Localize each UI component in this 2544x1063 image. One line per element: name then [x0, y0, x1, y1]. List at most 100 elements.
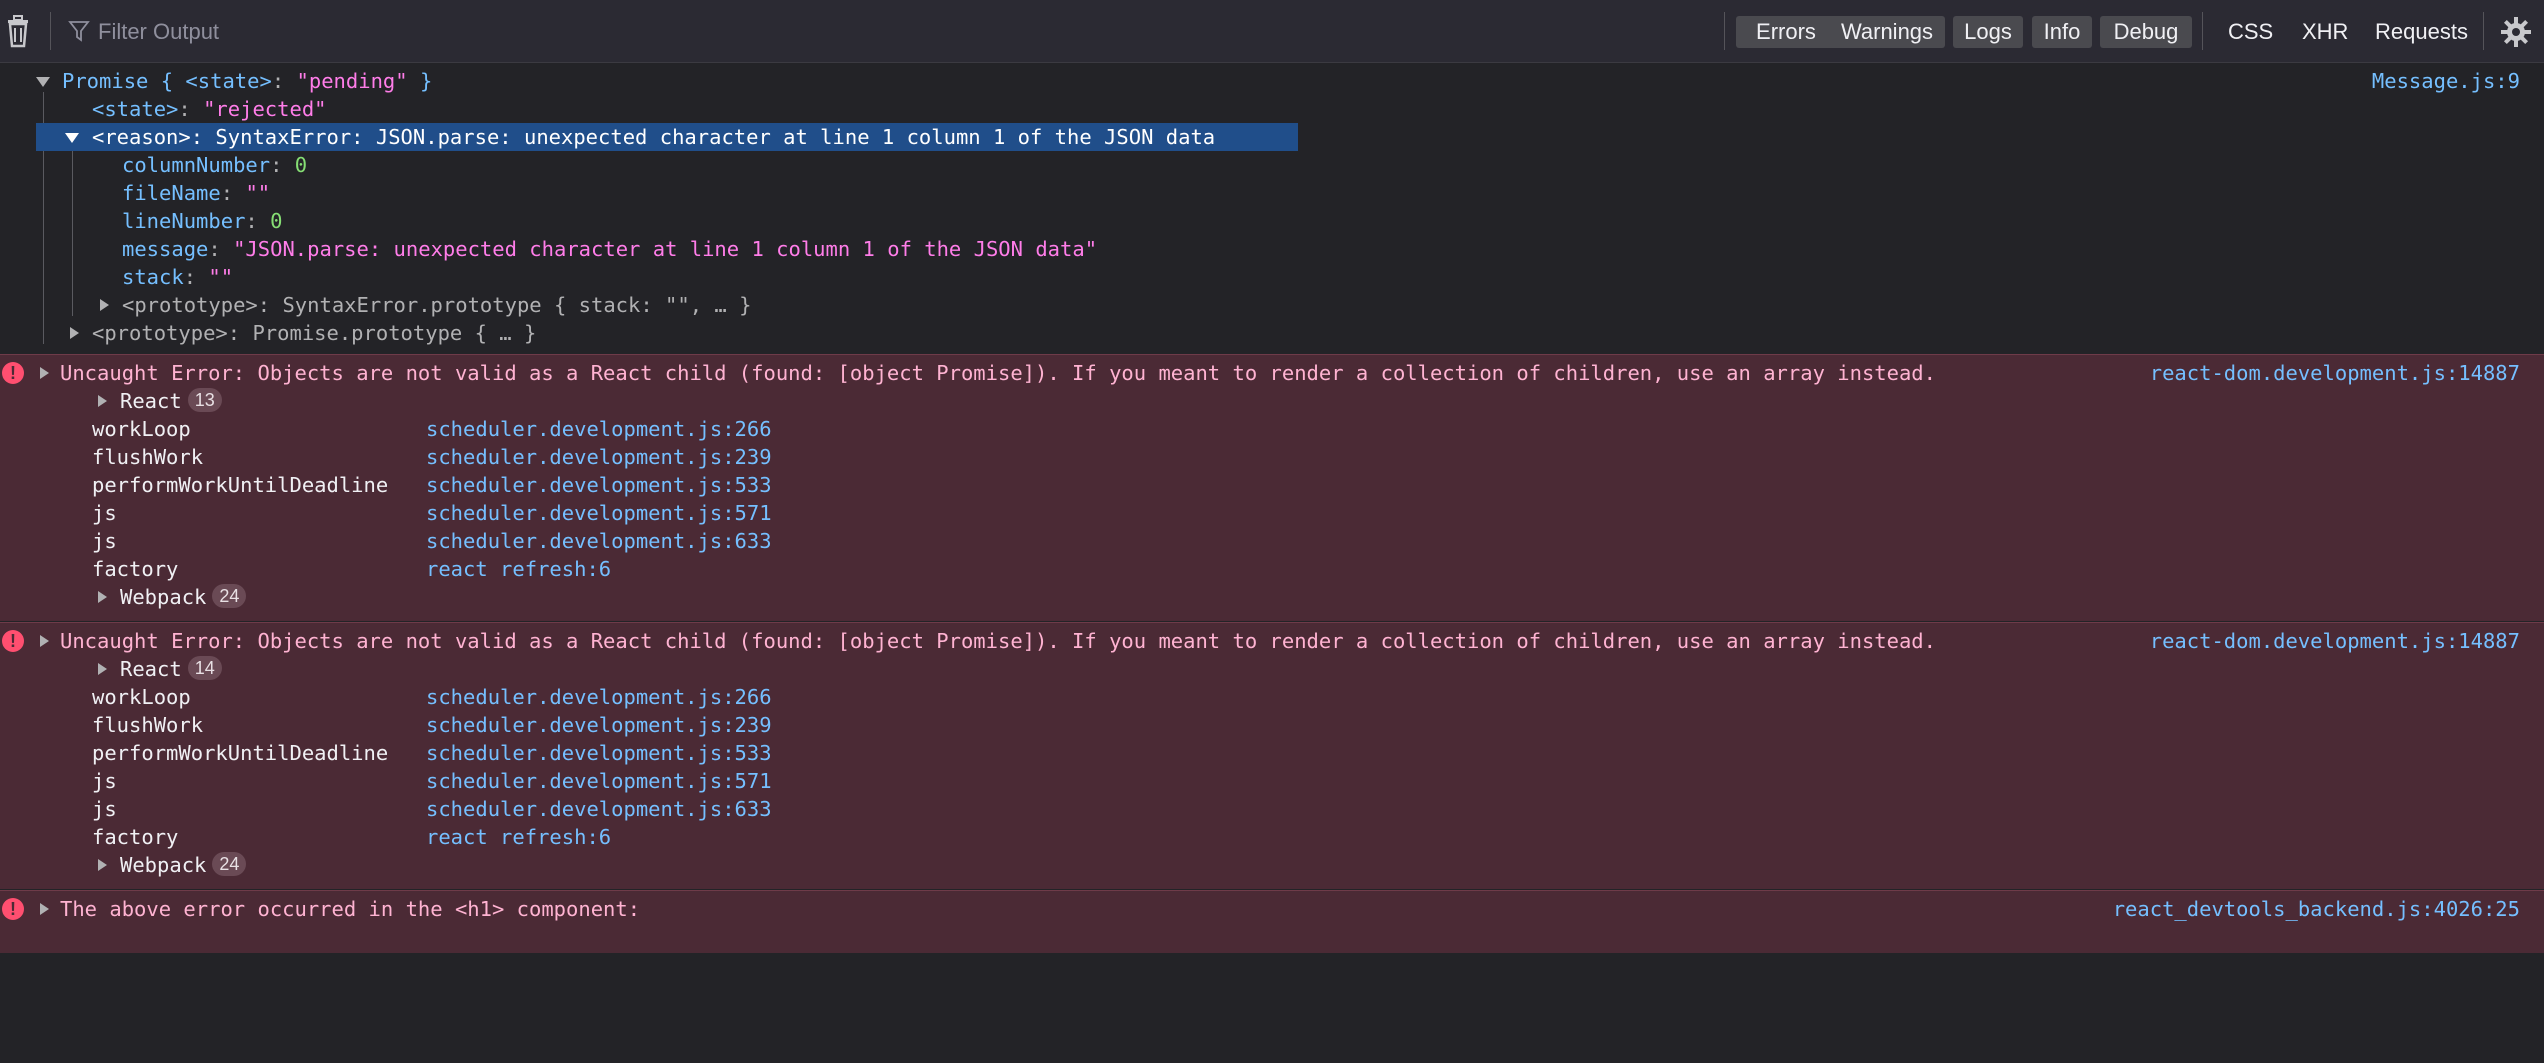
- stack-frame-row: flushWork scheduler.development.js:239: [0, 711, 2544, 739]
- filter-icon: [68, 21, 90, 42]
- promise-prefix: Promise {: [62, 69, 186, 93]
- filter-warnings-button[interactable]: Warnings: [1829, 16, 1945, 48]
- promise-state-key: <state>: [185, 69, 272, 93]
- frame-location-link[interactable]: react refresh:6: [426, 823, 611, 851]
- frame-function: performWorkUntilDeadline: [92, 741, 389, 765]
- error-icon: !: [2, 898, 24, 920]
- source-link[interactable]: Message.js:9: [2372, 67, 2520, 95]
- prop-key: message: [122, 237, 209, 261]
- prop-value: 0: [270, 209, 283, 233]
- expand-arrow-icon[interactable]: [98, 395, 107, 407]
- frame-location-link[interactable]: scheduler.development.js:266: [426, 415, 772, 443]
- stack-frame-row: js scheduler.development.js:571: [0, 499, 2544, 527]
- prototype-row[interactable]: <prototype>: Promise.prototype { … }: [0, 319, 2544, 347]
- expand-arrow-icon[interactable]: [70, 327, 79, 339]
- prop-row: columnNumber: 0: [122, 153, 308, 177]
- stack-frame-row: factory react refresh:6: [0, 823, 2544, 851]
- filter-logs-button[interactable]: Logs: [1953, 16, 2023, 48]
- collapse-arrow-icon[interactable]: [65, 133, 79, 143]
- stack-group-name: React: [120, 657, 182, 681]
- filter-css-button[interactable]: CSS: [2228, 16, 2273, 48]
- promise-row[interactable]: Promise { <state>: "pending" } Message.j…: [0, 67, 2544, 95]
- frame-count-badge: 13: [187, 388, 222, 412]
- state-value: "rejected": [203, 97, 327, 121]
- error-icon: !: [2, 362, 24, 384]
- prop-key: fileName: [122, 181, 221, 205]
- error-message: ! The above error occurred in the <h1> c…: [0, 890, 2544, 953]
- expand-arrow-icon[interactable]: [98, 663, 107, 675]
- frame-function: factory: [92, 825, 179, 849]
- state-row: <state>: "rejected": [92, 97, 327, 121]
- gear-icon[interactable]: [2500, 16, 2532, 48]
- stack-group-row[interactable]: Webpack 24: [0, 851, 2544, 879]
- prop-value: "": [208, 265, 234, 289]
- source-link[interactable]: react-dom.development.js:14887: [2150, 359, 2520, 387]
- frame-function: workLoop: [92, 417, 191, 441]
- expand-arrow-icon[interactable]: [40, 635, 49, 647]
- source-link[interactable]: react-dom.development.js:14887: [2150, 627, 2520, 655]
- frame-location-link[interactable]: scheduler.development.js:239: [426, 711, 772, 739]
- stack-frame-row: js scheduler.development.js:633: [0, 795, 2544, 823]
- reason-row[interactable]: <reason>: SyntaxError: JSON.parse: unexp…: [0, 123, 2544, 151]
- frame-location-link[interactable]: react refresh:6: [426, 555, 611, 583]
- frame-count-badge: 14: [187, 656, 222, 680]
- frame-function: workLoop: [92, 685, 191, 709]
- source-link[interactable]: react_devtools_backend.js:4026:25: [2113, 895, 2520, 923]
- stack-group-row[interactable]: Webpack 24: [0, 583, 2544, 611]
- console-toolbar: Errors Warnings Logs Info Debug CSS XHR …: [0, 0, 2544, 63]
- stack-frame-row: flushWork scheduler.development.js:239: [0, 443, 2544, 471]
- frame-location-link[interactable]: scheduler.development.js:571: [426, 767, 772, 795]
- prop-row: message: "JSON.parse: unexpected charact…: [122, 237, 1098, 261]
- frame-function: flushWork: [92, 713, 204, 737]
- prop-value: "JSON.parse: unexpected character at lin…: [233, 237, 1098, 261]
- trash-icon[interactable]: [2, 14, 34, 48]
- error-text: The above error occurred in the <h1> com…: [60, 897, 641, 921]
- frame-location-link[interactable]: scheduler.development.js:239: [426, 443, 772, 471]
- stack-group-row[interactable]: React 13: [0, 387, 2544, 415]
- frame-location-link[interactable]: scheduler.development.js:266: [426, 683, 772, 711]
- prop-value: 0: [294, 153, 308, 177]
- filter-info-button[interactable]: Info: [2032, 16, 2092, 48]
- expand-arrow-icon[interactable]: [100, 299, 109, 311]
- expand-arrow-icon[interactable]: [98, 859, 107, 871]
- frame-location-link[interactable]: scheduler.development.js:571: [426, 499, 772, 527]
- expand-arrow-icon[interactable]: [40, 367, 49, 379]
- promise-state-value: "pending": [296, 69, 408, 93]
- reason-text: <reason>: SyntaxError: JSON.parse: unexp…: [92, 125, 1216, 149]
- frame-location-link[interactable]: scheduler.development.js:533: [426, 739, 772, 767]
- prop-row: lineNumber: 0: [122, 209, 283, 233]
- prototype-text: <prototype>: Promise.prototype { … }: [92, 321, 537, 345]
- frame-function: js: [92, 529, 117, 553]
- collapse-arrow-icon[interactable]: [36, 77, 50, 87]
- prop-row: fileName: "": [122, 181, 271, 205]
- filter-output-input[interactable]: [96, 14, 700, 50]
- expand-arrow-icon[interactable]: [40, 903, 49, 915]
- frame-function: js: [92, 769, 117, 793]
- stack-group-name: React: [120, 389, 182, 413]
- error-header-row[interactable]: ! Uncaught Error: Objects are not valid …: [0, 627, 2544, 655]
- filter-xhr-button[interactable]: XHR: [2302, 16, 2348, 48]
- frame-function: flushWork: [92, 445, 204, 469]
- state-key: <state>: [92, 97, 179, 121]
- toolbar-separator: [1724, 12, 1725, 50]
- filter-requests-button[interactable]: Requests: [2375, 16, 2468, 48]
- expand-arrow-icon[interactable]: [98, 591, 107, 603]
- prototype-text: <prototype>: SyntaxError.prototype { sta…: [122, 293, 752, 317]
- frame-function: performWorkUntilDeadline: [92, 473, 389, 497]
- stack-frame-row: factory react refresh:6: [0, 555, 2544, 583]
- stack-group-row[interactable]: React 14: [0, 655, 2544, 683]
- error-header-row[interactable]: ! Uncaught Error: Objects are not valid …: [0, 359, 2544, 387]
- frame-count-badge: 24: [212, 584, 247, 608]
- stack-frame-row: js scheduler.development.js:571: [0, 767, 2544, 795]
- filter-debug-button[interactable]: Debug: [2100, 16, 2192, 48]
- frame-location-link[interactable]: scheduler.development.js:633: [426, 795, 772, 823]
- prototype-row[interactable]: <prototype>: SyntaxError.prototype { sta…: [0, 291, 2544, 319]
- error-header-row[interactable]: ! The above error occurred in the <h1> c…: [0, 895, 2544, 923]
- stack-frame-row: workLoop scheduler.development.js:266: [0, 415, 2544, 443]
- error-icon: !: [2, 630, 24, 652]
- error-message: ! Uncaught Error: Objects are not valid …: [0, 354, 2544, 621]
- frame-location-link[interactable]: scheduler.development.js:633: [426, 527, 772, 555]
- prop-value: "": [245, 181, 271, 205]
- filter-errors-button[interactable]: Errors: [1736, 16, 1836, 48]
- frame-location-link[interactable]: scheduler.development.js:533: [426, 471, 772, 499]
